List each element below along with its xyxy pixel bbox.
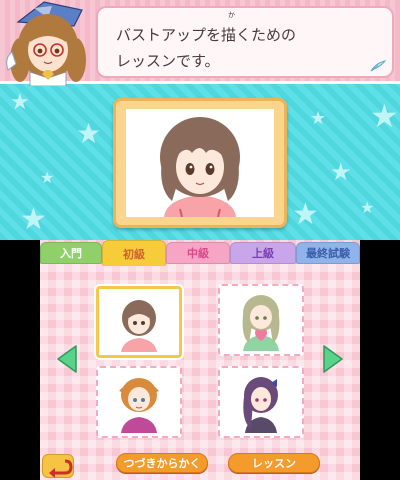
purple-hair-girl-icon xyxy=(243,377,278,433)
arrow-right-icon[interactable] xyxy=(320,344,344,374)
return-arrow-icon xyxy=(49,459,73,478)
furigana-text: か xyxy=(228,11,235,19)
tab-beginner[interactable]: 初級 xyxy=(102,240,166,266)
preview-girl-portrait-icon xyxy=(160,117,240,217)
lesson-card-1[interactable] xyxy=(96,286,182,358)
star-decoration-icon: ★ xyxy=(10,90,30,115)
dialog-box: か バストアップを描くための レッスンです。 xyxy=(96,6,394,78)
tab-intermediate[interactable]: 中級 xyxy=(166,242,230,264)
quill-pen-icon[interactable] xyxy=(370,60,386,72)
level-tabs: 入門 初級 中級 上級 最終試験 xyxy=(40,240,360,266)
tab-final-exam[interactable]: 最終試験 xyxy=(296,242,360,264)
star-decoration-icon: ★ xyxy=(360,198,375,217)
back-button[interactable] xyxy=(42,454,74,478)
star-decoration-icon: ★ xyxy=(330,158,352,186)
tab-intro[interactable]: 入門 xyxy=(40,242,102,264)
teacher-avatar xyxy=(6,1,86,86)
bottom-screen: 入門 初級 中級 上級 最終試験 つづきからかく レッスン xyxy=(40,240,360,480)
star-decoration-icon: ★ xyxy=(292,197,319,232)
lesson-card-4[interactable] xyxy=(218,366,304,438)
star-decoration-icon: ★ xyxy=(76,117,102,150)
preview-frame xyxy=(113,98,287,228)
star-decoration-icon: ★ xyxy=(40,168,55,187)
star-decoration-icon: ★ xyxy=(310,108,327,129)
top-screen: ★ ★ ★ ★ ★ ★ ★ ★ ★ か バストアップを描くための レッスンです。 xyxy=(0,0,400,240)
lesson-card-2[interactable] xyxy=(218,284,304,356)
lesson-card-3[interactable] xyxy=(96,366,182,438)
star-decoration-icon: ★ xyxy=(20,202,47,237)
lesson-button[interactable]: レッスン xyxy=(228,453,320,473)
preview-canvas xyxy=(126,109,274,217)
arrow-left-icon[interactable] xyxy=(56,344,80,374)
girl-portrait-icon xyxy=(121,300,157,352)
orange-hair-girl-icon xyxy=(119,378,159,433)
girl-with-heart-icon xyxy=(242,295,280,351)
star-decoration-icon: ★ xyxy=(370,97,399,135)
continue-drawing-button[interactable]: つづきからかく xyxy=(116,453,208,473)
dialog-text: バストアップを描くための レッスンです。 xyxy=(116,26,297,70)
tab-advanced[interactable]: 上級 xyxy=(230,242,296,264)
